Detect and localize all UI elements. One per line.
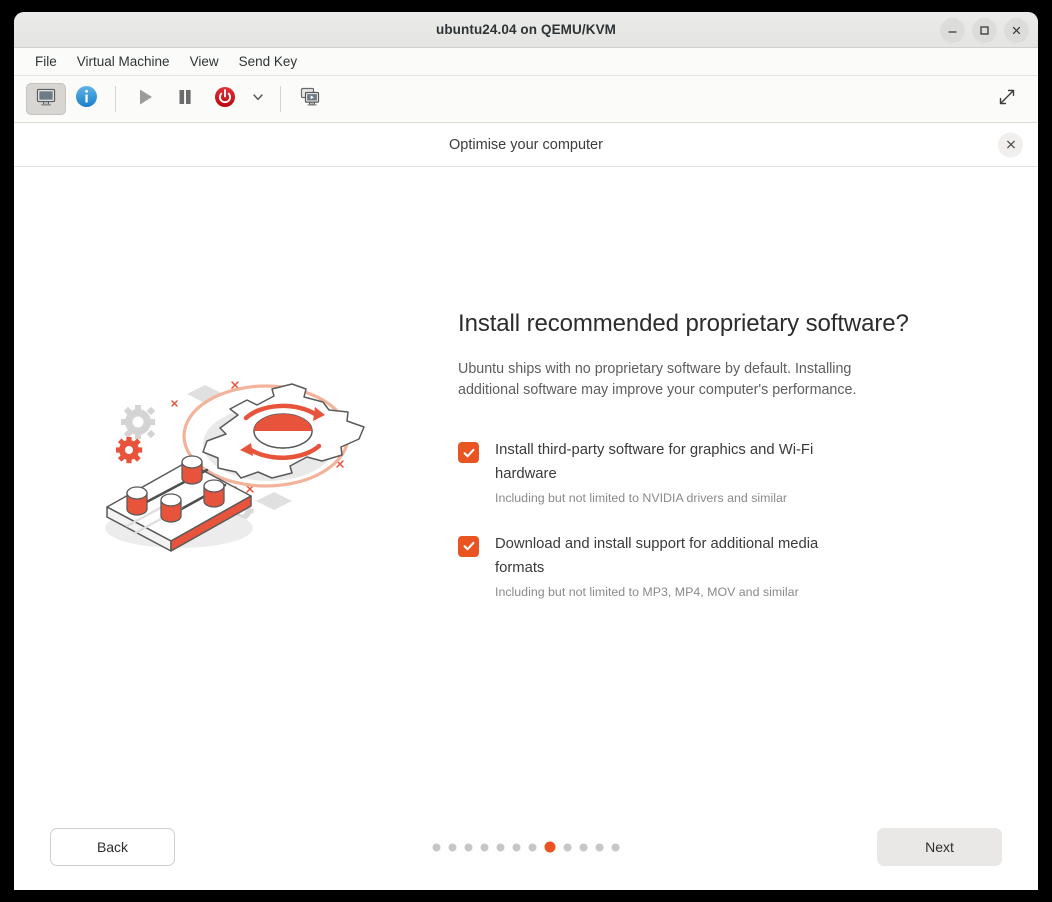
page-description: Ubuntu ships with no proprietary softwar… bbox=[458, 361, 857, 399]
menu-item-virtual-machine[interactable]: Virtual Machine bbox=[68, 51, 179, 72]
fullscreen-button[interactable] bbox=[990, 83, 1024, 115]
step-dot bbox=[563, 843, 572, 851]
chevron-down-icon bbox=[251, 90, 265, 109]
option-third-party-software[interactable]: Install third-party software for graphic… bbox=[458, 439, 978, 507]
step-dot bbox=[432, 843, 441, 851]
content-column: Install recommended proprietary software… bbox=[458, 310, 1038, 601]
optimise-computer-illustration bbox=[91, 346, 381, 566]
minimize-button[interactable] bbox=[940, 17, 965, 43]
step-dot bbox=[611, 843, 620, 851]
step-dot bbox=[448, 843, 457, 851]
window-title: ubuntu24.04 on QEMU/KVM bbox=[435, 22, 617, 37]
step-dot bbox=[480, 843, 489, 851]
installer-close-button[interactable] bbox=[998, 132, 1023, 157]
snapshots-button[interactable] bbox=[290, 83, 330, 115]
step-indicator-dots bbox=[432, 841, 620, 853]
close-button[interactable] bbox=[1004, 17, 1029, 43]
show-console-button[interactable] bbox=[26, 83, 66, 115]
option-texts: Install third-party software for graphic… bbox=[495, 439, 865, 507]
menubar: File Virtual Machine View Send Key bbox=[14, 48, 1038, 76]
run-button[interactable] bbox=[125, 83, 165, 115]
expand-arrows-icon bbox=[996, 86, 1018, 113]
pause-icon bbox=[174, 86, 196, 113]
step-dot bbox=[595, 843, 604, 851]
step-dot bbox=[528, 843, 537, 851]
play-icon bbox=[134, 86, 156, 113]
step-dot bbox=[464, 843, 473, 851]
installer-footer: Back Next bbox=[14, 804, 1038, 890]
next-button[interactable]: Next bbox=[877, 828, 1002, 866]
installer-body: Install recommended proprietary software… bbox=[14, 167, 1038, 804]
snapshots-icon bbox=[299, 86, 321, 113]
virt-manager-window: ubuntu24.04 on QEMU/KVM File Virtual Mac… bbox=[14, 12, 1038, 890]
illustration-column bbox=[14, 346, 458, 566]
window-titlebar: ubuntu24.04 on QEMU/KVM bbox=[14, 12, 1038, 48]
step-dot bbox=[496, 843, 505, 851]
page-title: Install recommended proprietary software… bbox=[458, 310, 909, 338]
toolbar bbox=[14, 76, 1038, 123]
pause-button[interactable] bbox=[165, 83, 205, 115]
option-sublabel: Including but not limited to NVIDIA driv… bbox=[495, 491, 787, 506]
checkbox-additional-media-formats[interactable] bbox=[458, 535, 479, 557]
toolbar-separator-2 bbox=[280, 86, 281, 112]
show-details-button[interactable] bbox=[66, 83, 106, 115]
maximize-button[interactable] bbox=[972, 17, 997, 43]
window-controls bbox=[940, 12, 1029, 48]
checkbox-third-party-software[interactable] bbox=[458, 442, 479, 464]
option-label: Install third-party software for graphic… bbox=[495, 442, 814, 483]
step-dot-active bbox=[544, 841, 556, 853]
menu-item-view[interactable]: View bbox=[181, 51, 228, 72]
step-dot bbox=[512, 843, 521, 851]
monitor-icon bbox=[35, 86, 57, 113]
guest-display: Optimise your computer Install recommend… bbox=[14, 123, 1038, 890]
shutdown-options-button[interactable] bbox=[245, 83, 271, 115]
step-dot bbox=[579, 843, 588, 851]
options-list: Install third-party software for graphic… bbox=[458, 439, 978, 601]
menu-item-send-key[interactable]: Send Key bbox=[230, 51, 307, 72]
toolbar-separator-1 bbox=[115, 86, 116, 112]
installer-step-title: Optimise your computer bbox=[449, 136, 603, 153]
option-texts: Download and install support for additio… bbox=[495, 533, 865, 601]
option-additional-media-formats[interactable]: Download and install support for additio… bbox=[458, 533, 978, 601]
info-icon bbox=[74, 84, 99, 114]
menu-item-file[interactable]: File bbox=[26, 51, 66, 72]
option-sublabel: Including but not limited to MP3, MP4, M… bbox=[495, 584, 799, 599]
option-label: Download and install support for additio… bbox=[495, 535, 819, 576]
shutdown-button[interactable] bbox=[205, 83, 245, 115]
power-icon bbox=[213, 85, 237, 114]
back-button[interactable]: Back bbox=[50, 828, 175, 866]
installer-header: Optimise your computer bbox=[14, 123, 1038, 167]
